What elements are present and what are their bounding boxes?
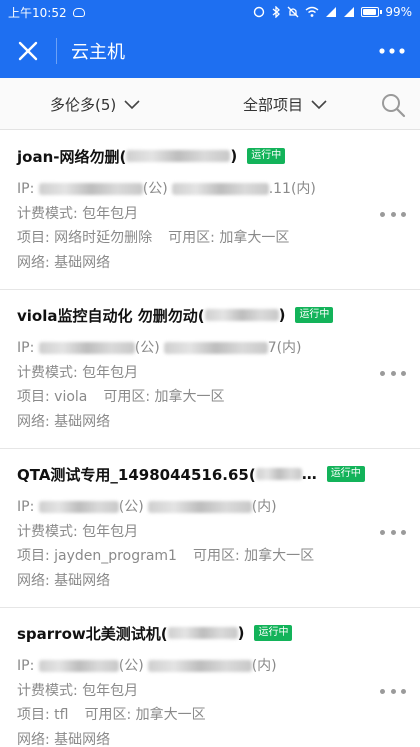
instance-card[interactable]: sparrow北美测试机( ) 运行中 IP: (公) (内) 计费模式: 包年包… — [0, 607, 420, 747]
row-more-button[interactable] — [380, 683, 406, 699]
chevron-down-icon — [124, 99, 140, 109]
ip-public-tag: (公) — [142, 181, 168, 197]
cloud-sync-icon — [72, 7, 85, 17]
status-badge: 运行中 — [326, 466, 365, 482]
redacted-public-ip — [38, 660, 119, 672]
chevron-down-icon — [311, 99, 327, 109]
filter-bar: 多伦多(5) 全部项目 — [0, 78, 420, 130]
project-name: 项目: viola — [17, 389, 88, 405]
ip-label: IP: — [17, 658, 39, 674]
billing-mode: 计费模式: 包年包月 — [17, 523, 139, 540]
project-filter[interactable]: 全部项目 — [243, 94, 327, 115]
row-more-button[interactable] — [380, 365, 406, 381]
close-button[interactable] — [0, 24, 56, 78]
signal-icon — [326, 7, 337, 17]
redacted-private-ip — [147, 660, 252, 672]
availability-zone: 可用区: 加拿大一区 — [168, 230, 290, 246]
wifi-icon — [305, 6, 319, 17]
instance-card[interactable]: joan-网络勿删( ) 运行中 IP: (公) .11(内) 计费模式: 包年包… — [0, 130, 420, 289]
ip-private-tag: .11(内) — [268, 181, 316, 197]
screen: 上午10:52 99% 云主机 多伦多(5) 全部项目 joan-网络勿删()… — [0, 0, 420, 747]
redacted-public-ip — [38, 183, 143, 195]
redacted-public-ip — [38, 501, 119, 513]
network-type: 网络: 基础网络 — [17, 731, 111, 747]
page-title: 云主机 — [71, 42, 125, 63]
redacted-id — [204, 309, 279, 321]
billing-mode: 计费模式: 包年包月 — [17, 682, 139, 699]
project-filter-label: 全部项目 — [243, 96, 304, 114]
ip-private-tag: (内) — [251, 658, 277, 674]
battery-icon — [361, 7, 383, 17]
ip-public-tag: (公) — [134, 340, 160, 356]
redacted-private-ip — [163, 342, 268, 354]
status-badge: 运行中 — [247, 148, 286, 164]
instance-list: joan-网络勿删( ) 运行中 IP: (公) .11(内) 计费模式: 包年包… — [0, 130, 420, 747]
availability-zone: 可用区: 加拿大一区 — [192, 548, 315, 564]
ip-label: IP: — [17, 499, 39, 515]
project-name: 项目: jayden_program1 — [17, 548, 177, 564]
row-more-button[interactable] — [380, 524, 406, 540]
status-badge: 运行中 — [254, 625, 293, 641]
network-type: 网络: 基础网络 — [17, 254, 111, 271]
availability-zone: 可用区: 加拿大一区 — [103, 389, 225, 405]
instance-name-end: ) — [237, 624, 245, 642]
silent-bell-icon — [287, 6, 299, 18]
sync-icon — [254, 6, 265, 18]
ip-public-tag: (公) — [118, 658, 144, 674]
network-type: 网络: 基础网络 — [17, 572, 111, 589]
more-options-button[interactable] — [364, 24, 420, 78]
ip-label: IP: — [17, 181, 39, 197]
project-name: 项目: tfl — [17, 707, 69, 723]
instance-name-end: ) — [278, 306, 286, 324]
region-filter-label: 多伦多(5) — [50, 96, 117, 114]
project-name: 项目: 网络时延勿删除 — [17, 230, 153, 246]
instance-card[interactable]: QTA测试专用_1498044516.65( … 运行中 IP: (公) (内) … — [0, 448, 420, 607]
clock: 上午10:52 — [8, 5, 67, 20]
redacted-id — [167, 627, 238, 639]
instance-name: QTA测试专用_1498044516.65( — [17, 465, 256, 484]
instance-name: viola监控自动化 勿删勿动( — [17, 306, 205, 325]
network-type: 网络: 基础网络 — [17, 413, 111, 430]
ip-label: IP: — [17, 340, 39, 356]
billing-mode: 计费模式: 包年包月 — [17, 205, 139, 222]
redacted-private-ip — [147, 501, 252, 513]
title-divider — [56, 38, 57, 64]
instance-name: joan-网络勿删( — [17, 147, 127, 166]
instance-name: sparrow北美测试机( — [17, 624, 168, 643]
search-icon — [382, 94, 406, 118]
region-filter[interactable]: 多伦多(5) — [50, 94, 140, 115]
instance-name-end: ) — [230, 147, 238, 165]
billing-mode: 计费模式: 包年包月 — [17, 364, 139, 381]
more-icon — [379, 48, 405, 54]
redacted-public-ip — [38, 342, 135, 354]
search-button[interactable] — [380, 92, 406, 118]
ip-private-tag: 7(内) — [267, 340, 302, 356]
row-more-button[interactable] — [380, 206, 406, 222]
instance-card[interactable]: viola监控自动化 勿删勿动( ) 运行中 IP: (公) 7(内) 计费模式:… — [0, 289, 420, 448]
bluetooth-icon — [272, 6, 281, 18]
redacted-id — [255, 468, 302, 480]
close-icon — [18, 41, 38, 61]
status-badge: 运行中 — [295, 307, 334, 323]
redacted-id — [126, 150, 231, 162]
availability-zone: 可用区: 加拿大一区 — [84, 707, 206, 723]
redacted-private-ip — [171, 183, 269, 195]
instance-name-end: … — [301, 465, 317, 483]
ip-private-tag: (内) — [251, 499, 277, 515]
signal-icon-2 — [344, 7, 355, 17]
status-bar: 上午10:52 99% — [0, 0, 420, 24]
battery-percent: 99% — [385, 5, 412, 19]
title-bar: 云主机 — [0, 24, 420, 78]
ip-public-tag: (公) — [118, 499, 144, 515]
